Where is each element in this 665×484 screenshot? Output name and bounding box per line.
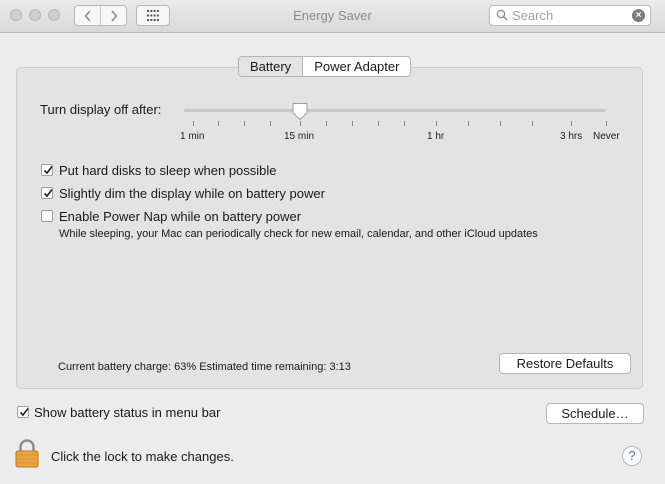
search-input[interactable]	[512, 7, 622, 24]
checkmark-icon	[19, 408, 29, 417]
slider-tick	[244, 121, 245, 126]
slider-tick	[468, 121, 469, 126]
dim-display-label: Slightly dim the display while on batter…	[59, 186, 325, 201]
hard-disk-sleep-label: Put hard disks to sleep when possible	[59, 163, 277, 178]
slider-tick	[218, 121, 219, 126]
hard-disk-sleep-checkbox[interactable]	[41, 164, 53, 176]
search-icon	[496, 9, 508, 21]
power-nap-description: While sleeping, your Mac can periodicall…	[59, 228, 538, 240]
lock-message: Click the lock to make changes.	[51, 449, 234, 464]
schedule-button[interactable]: Schedule…	[546, 403, 644, 424]
segmented-tabs: Battery Power Adapter	[238, 56, 412, 77]
show-battery-status-checkbox[interactable]	[17, 406, 29, 418]
search-field[interactable]: ×	[489, 5, 651, 26]
power-nap-label: Enable Power Nap while on battery power	[59, 209, 302, 224]
slider-tick	[326, 121, 327, 126]
show-battery-status-label: Show battery status in menu bar	[34, 405, 221, 420]
slider-tick	[571, 121, 572, 126]
slider-tick	[193, 121, 194, 126]
slider-tick	[606, 121, 607, 126]
battery-status-text: Current battery charge: 63% Estimated ti…	[58, 361, 351, 373]
tick-label-1-hr: 1 hr	[427, 131, 445, 142]
display-sleep-slider[interactable]	[184, 109, 606, 112]
slider-tick	[300, 121, 301, 126]
slider-tick	[436, 121, 437, 126]
tab-battery[interactable]: Battery	[239, 57, 304, 76]
slider-tick	[352, 121, 353, 126]
slider-tick	[270, 121, 271, 126]
tick-label-never: Never	[593, 131, 620, 142]
power-nap-checkbox[interactable]	[41, 210, 53, 222]
restore-defaults-button[interactable]: Restore Defaults	[499, 353, 631, 374]
slider-tick	[532, 121, 533, 126]
slider-thumb[interactable]	[291, 102, 309, 121]
slider-tick	[404, 121, 405, 126]
tick-label-1-min: 1 min	[180, 131, 205, 142]
display-sleep-label: Turn display off after:	[40, 102, 162, 117]
clear-search-icon[interactable]: ×	[632, 9, 645, 22]
lock-icon[interactable]	[15, 439, 39, 468]
tick-label-15-min: 15 min	[284, 131, 315, 142]
tick-label-3-hrs: 3 hrs	[560, 131, 583, 142]
slider-tick	[500, 121, 501, 126]
tab-power-adapter[interactable]: Power Adapter	[303, 57, 410, 76]
slider-tick	[378, 121, 379, 126]
title-bar: Energy Saver ×	[0, 0, 665, 33]
checkmark-icon	[43, 166, 53, 175]
help-button[interactable]: ?	[622, 446, 642, 466]
checkmark-icon	[43, 189, 53, 198]
dim-display-checkbox[interactable]	[41, 187, 53, 199]
